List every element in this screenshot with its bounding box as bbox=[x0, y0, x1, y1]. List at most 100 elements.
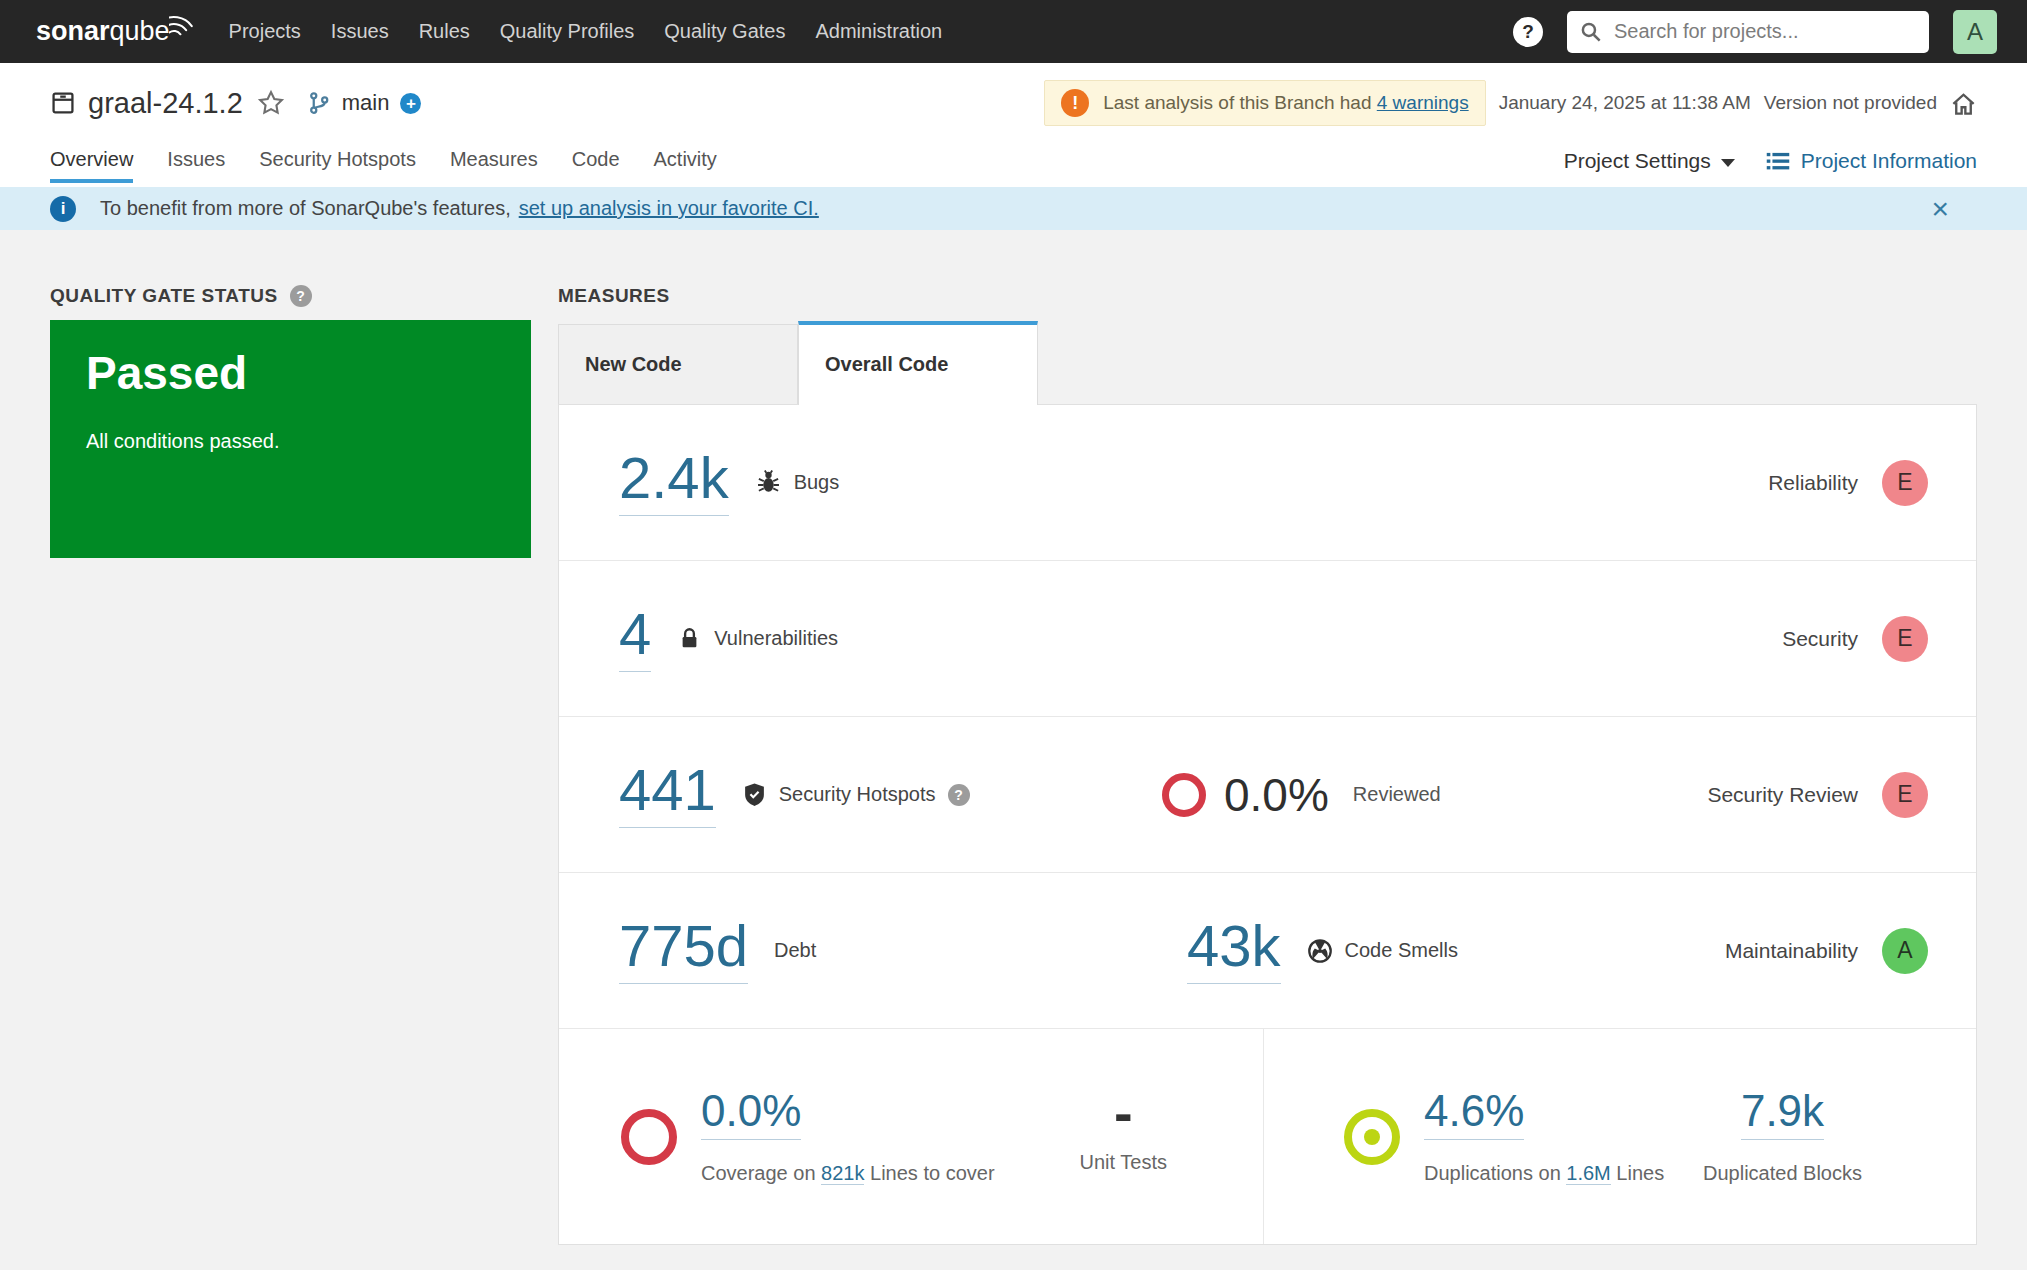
maintainability-row: 775d Debt 43k Code Smells Maintainabilit… bbox=[559, 873, 1976, 1029]
tab-issues[interactable]: Issues bbox=[167, 148, 225, 187]
list-icon bbox=[1765, 149, 1791, 173]
nav-item-administration[interactable]: Administration bbox=[815, 20, 942, 43]
nav-item-issues[interactable]: Issues bbox=[331, 20, 389, 43]
analysis-warning: ! Last analysis of this Branch had 4 war… bbox=[1044, 80, 1485, 126]
coverage-duplications-footer: 0.0% Coverage on 821k Lines to cover - U… bbox=[559, 1029, 1976, 1244]
project-header: graal-24.1.2 main + ! Last analysis of t… bbox=[0, 63, 2027, 187]
branch-icon bbox=[307, 90, 331, 116]
coverage-value-link[interactable]: 0.0% bbox=[701, 1089, 801, 1140]
logo-text-bold: sonar bbox=[36, 17, 110, 47]
lines-to-cover-link[interactable]: 821k bbox=[821, 1162, 864, 1185]
vulnerabilities-label: Vulnerabilities bbox=[714, 627, 838, 650]
quality-gate-heading: QUALITY GATE STATUS bbox=[50, 285, 278, 307]
add-branch-icon[interactable]: + bbox=[400, 93, 421, 114]
code-smells-icon bbox=[1307, 938, 1333, 964]
warning-icon: ! bbox=[1061, 89, 1089, 117]
coverage-caption: Coverage on 821k Lines to cover bbox=[701, 1162, 995, 1185]
sonarqube-logo[interactable]: sonarqube bbox=[36, 17, 199, 47]
nav-item-quality-gates[interactable]: Quality Gates bbox=[664, 20, 785, 43]
logo-text-light: qube bbox=[110, 17, 170, 47]
banner-text: To benefit from more of SonarQube's feat… bbox=[100, 197, 819, 220]
analysis-date: January 24, 2025 at 11:38 AM bbox=[1499, 92, 1751, 114]
maintainability-rating-badge: A bbox=[1882, 928, 1928, 974]
home-icon[interactable] bbox=[1950, 90, 1977, 117]
overview-content: QUALITY GATE STATUS ? Passed All conditi… bbox=[0, 230, 2027, 1245]
reviewed-value: 0.0% bbox=[1224, 772, 1329, 818]
search-input[interactable] bbox=[1612, 19, 1916, 44]
quality-gate-subtext: All conditions passed. bbox=[86, 430, 495, 453]
vulnerabilities-row: 4 Vulnerabilities Security E bbox=[559, 561, 1976, 717]
measures-tab-bar: New Code Overall Code bbox=[558, 320, 1977, 404]
avatar[interactable]: A bbox=[1953, 10, 1997, 54]
tab-code[interactable]: Code bbox=[572, 148, 620, 187]
shield-icon bbox=[742, 782, 767, 807]
duplicated-lines-link[interactable]: 1.6M bbox=[1566, 1162, 1610, 1185]
measures-section: MEASURES New Code Overall Code 2.4k Bugs… bbox=[558, 284, 1977, 1245]
close-icon[interactable]: × bbox=[1931, 194, 1949, 224]
chevron-down-icon bbox=[1721, 159, 1735, 167]
quality-gate-status-card: Passed All conditions passed. bbox=[50, 320, 531, 558]
maintainability-label: Maintainability bbox=[1725, 939, 1858, 963]
info-icon: i bbox=[50, 196, 76, 222]
main-nav: Projects Issues Rules Quality Profiles Q… bbox=[229, 20, 943, 43]
unit-tests-label: Unit Tests bbox=[1080, 1151, 1167, 1174]
coverage-cell: 0.0% Coverage on 821k Lines to cover - U… bbox=[559, 1029, 1264, 1244]
quality-gate-status: Passed bbox=[86, 346, 495, 400]
search-box[interactable] bbox=[1567, 11, 1929, 53]
security-hotspots-count-link[interactable]: 441 bbox=[619, 761, 716, 828]
duplications-cell: 4.6% Duplications on 1.6M Lines 7.9k Dup… bbox=[1264, 1029, 1976, 1244]
duplications-ring-icon bbox=[1344, 1109, 1400, 1165]
code-smells-count-link[interactable]: 43k bbox=[1187, 917, 1281, 984]
version-label: Version not provided bbox=[1764, 92, 1937, 114]
lock-icon bbox=[677, 626, 702, 651]
nav-item-projects[interactable]: Projects bbox=[229, 20, 301, 43]
project-tab-bar: Overview Issues Security Hotspots Measur… bbox=[50, 148, 717, 187]
branch-name[interactable]: main bbox=[342, 90, 390, 116]
code-smells-block: 43k Code Smells bbox=[1187, 917, 1458, 984]
bugs-row: 2.4k Bugs Reliability E bbox=[559, 405, 1976, 561]
ci-setup-link[interactable]: set up analysis in your favorite CI. bbox=[519, 197, 819, 219]
security-review-label: Security Review bbox=[1707, 783, 1858, 807]
security-hotspots-label: Security Hotspots bbox=[779, 783, 936, 806]
coverage-ring-icon bbox=[621, 1109, 677, 1165]
duplicated-blocks-block: 7.9k Duplicated Blocks bbox=[1703, 1089, 1862, 1185]
measures-heading: MEASURES bbox=[558, 285, 670, 307]
debt-link[interactable]: 775d bbox=[619, 917, 748, 984]
duplications-value-link[interactable]: 4.6% bbox=[1424, 1089, 1524, 1140]
security-hotspots-row: 441 Security Hotspots ? 0.0% Reviewed Se… bbox=[559, 717, 1976, 873]
bugs-label: Bugs bbox=[794, 471, 840, 494]
nav-item-quality-profiles[interactable]: Quality Profiles bbox=[500, 20, 635, 43]
security-rating-badge: E bbox=[1882, 616, 1928, 662]
favorite-star-icon[interactable] bbox=[257, 89, 285, 117]
tab-overview[interactable]: Overview bbox=[50, 148, 133, 187]
duplicated-blocks-label: Duplicated Blocks bbox=[1703, 1162, 1862, 1185]
code-smells-label: Code Smells bbox=[1345, 939, 1458, 962]
unit-tests-value: - bbox=[1080, 1099, 1167, 1121]
search-icon bbox=[1580, 21, 1602, 43]
bugs-count-link[interactable]: 2.4k bbox=[619, 449, 729, 516]
project-settings-menu[interactable]: Project Settings bbox=[1564, 149, 1735, 173]
duplicated-blocks-value-link[interactable]: 7.9k bbox=[1741, 1089, 1824, 1140]
tab-activity[interactable]: Activity bbox=[654, 148, 717, 187]
unit-tests-block: - Unit Tests bbox=[1080, 1099, 1167, 1174]
help-icon[interactable]: ? bbox=[1513, 17, 1543, 47]
tab-measures[interactable]: Measures bbox=[450, 148, 538, 187]
nav-item-rules[interactable]: Rules bbox=[419, 20, 470, 43]
project-information-button[interactable]: Project Information bbox=[1765, 149, 1977, 173]
quality-gate-help-icon[interactable]: ? bbox=[290, 285, 312, 307]
logo-waves-icon bbox=[169, 9, 199, 41]
top-navbar: sonarqube Projects Issues Rules Quality … bbox=[0, 0, 2027, 63]
debt-label: Debt bbox=[774, 939, 816, 962]
measures-panel: 2.4k Bugs Reliability E 4 Vulnerabilitie… bbox=[558, 404, 1977, 1245]
quality-gate-section: QUALITY GATE STATUS ? Passed All conditi… bbox=[50, 284, 531, 1245]
duplications-caption: Duplications on 1.6M Lines bbox=[1424, 1162, 1664, 1185]
tab-security-hotspots[interactable]: Security Hotspots bbox=[259, 148, 416, 187]
vulnerabilities-count-link[interactable]: 4 bbox=[619, 605, 651, 672]
reviewed-block: 0.0% Reviewed bbox=[1162, 772, 1441, 818]
tab-new-code[interactable]: New Code bbox=[558, 324, 798, 404]
security-hotspots-help-icon[interactable]: ? bbox=[948, 784, 970, 806]
ci-setup-banner: i To benefit from more of SonarQube's fe… bbox=[0, 187, 2027, 230]
tab-overall-code[interactable]: Overall Code bbox=[798, 321, 1038, 405]
warnings-link[interactable]: 4 warnings bbox=[1377, 92, 1469, 113]
warning-text: Last analysis of this Branch had 4 warni… bbox=[1103, 92, 1468, 114]
